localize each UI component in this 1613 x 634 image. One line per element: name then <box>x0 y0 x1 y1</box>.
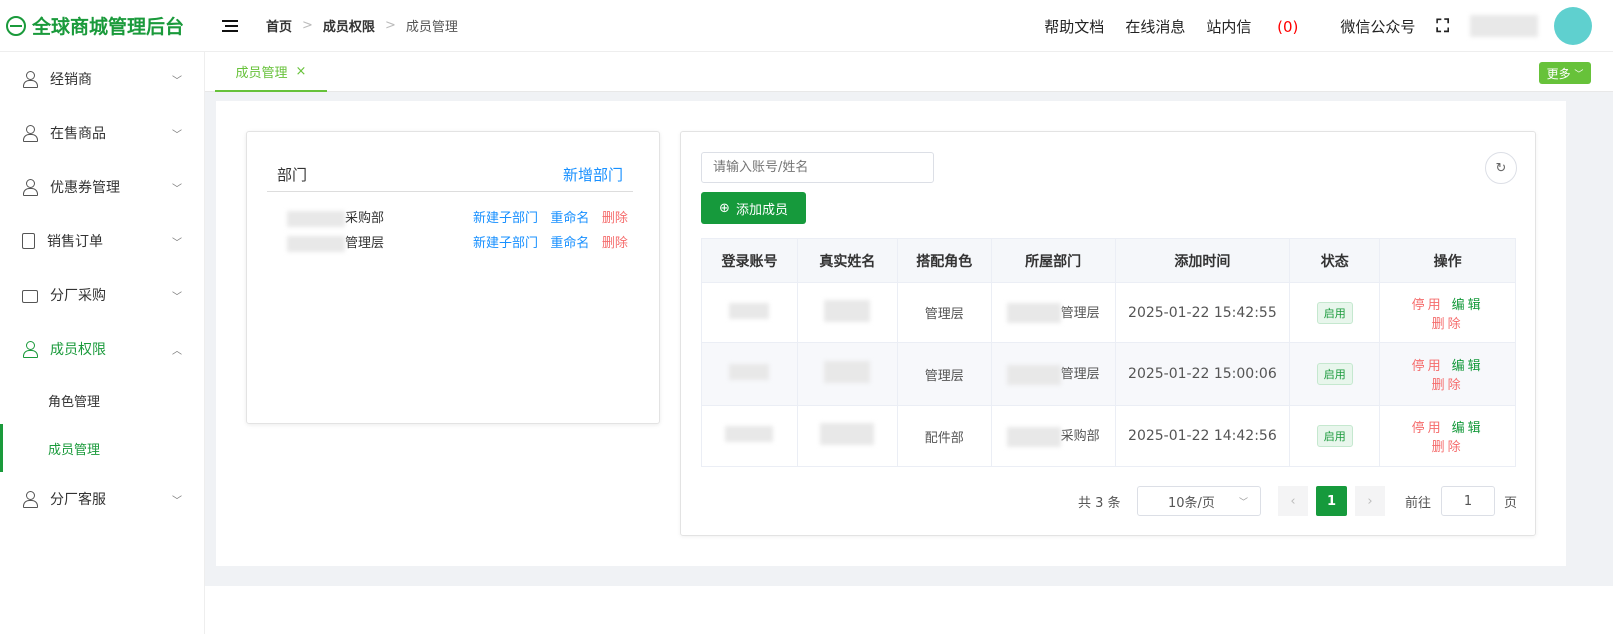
sidebar-item-products[interactable]: 在售商品 ﹀ <box>0 106 204 160</box>
chevron-right-icon: > <box>384 18 396 33</box>
members-table: 登录账号 真实姓名 搭配角色 所屋部门 添加时间 状态 操作 管理层 管理层 2… <box>701 238 1516 467</box>
department-panel: 部门 新增部门 采购部 新建子部门 重命名 删除 管理层 新建子部门 重命名 删… <box>246 131 660 424</box>
add-child-button[interactable]: 新建子部门 <box>473 211 538 226</box>
clipboard-icon <box>22 233 35 249</box>
chevron-down-icon: ﹀ <box>1238 497 1248 508</box>
chevron-down-icon: ﹀ <box>172 237 182 249</box>
refresh-icon[interactable]: ↻ <box>1485 152 1517 184</box>
chevron-down-icon: ﹀ <box>172 183 182 195</box>
more-button[interactable]: 更多 ﹀ <box>1539 62 1591 84</box>
col-time: 添加时间 <box>1114 238 1291 283</box>
page-size-select[interactable]: 10条/页 ﹀ <box>1137 486 1261 516</box>
user-icon <box>22 125 38 142</box>
chevron-down-icon: ﹀ <box>172 129 182 141</box>
store-icon <box>22 289 38 303</box>
help-docs-link[interactable]: 帮助文档 <box>1044 16 1104 37</box>
close-icon[interactable]: × <box>296 64 307 79</box>
sidebar-item-members[interactable]: 成员权限 ︿ <box>0 322 204 376</box>
sidebar-item-dealer[interactable]: 经销商 ﹀ <box>0 52 204 106</box>
col-role: 搭配角色 <box>896 238 992 283</box>
status-badge: 启用 <box>1316 301 1353 324</box>
breadcrumb-members[interactable]: 成员权限 <box>323 16 375 35</box>
col-account: 登录账号 <box>701 238 798 283</box>
status-badge: 启用 <box>1316 363 1353 385</box>
disable-button[interactable]: 停用 <box>1412 421 1444 436</box>
sidebar-item-orders[interactable]: 销售订单 ﹀ <box>0 214 204 268</box>
chevron-down-icon: ﹀ <box>172 75 182 87</box>
users-icon <box>22 341 38 358</box>
table-row: 管理层 管理层 2025-01-22 15:00:06 启用 停用 编辑 删除 <box>701 342 1516 406</box>
username-blurred <box>1470 15 1538 37</box>
online-messages-link[interactable]: 在线消息 <box>1125 16 1185 37</box>
sidebar-item-coupons[interactable]: 优惠券管理 ﹀ <box>0 160 204 214</box>
status-badge: 启用 <box>1316 425 1353 447</box>
sidebar-item-service[interactable]: 分厂客服 ﹀ <box>0 472 204 526</box>
page-1-button[interactable]: 1 <box>1316 486 1347 516</box>
app-logo: 全球商城管理后台 <box>0 0 205 52</box>
goto-label: 前往 <box>1405 495 1432 511</box>
tab-bar: 成员管理 × 更多 ﹀ <box>205 52 1613 92</box>
rename-button[interactable]: 重命名 <box>550 236 589 251</box>
delete-button[interactable]: 删除 <box>602 236 628 251</box>
sidebar-sub-members[interactable]: 成员管理 <box>0 424 204 472</box>
edit-button[interactable]: 编辑 <box>1452 359 1484 374</box>
prev-page-button[interactable]: ‹ <box>1278 486 1308 516</box>
search-input[interactable] <box>701 152 934 183</box>
chevron-up-icon: ︿ <box>172 345 182 357</box>
wechat-link[interactable]: 微信公众号 <box>1340 16 1415 37</box>
dept-title: 部门 <box>277 166 308 184</box>
user-icon <box>22 179 38 196</box>
pagination-total: 共 3 条 <box>1078 495 1121 511</box>
delete-button[interactable]: 删除 <box>1432 378 1464 393</box>
plus-circle-icon: ⊕ <box>719 200 730 216</box>
col-ops: 操作 <box>1379 238 1516 283</box>
chevron-down-icon: ﹀ <box>172 291 182 303</box>
breadcrumb-home[interactable]: 首页 <box>266 16 292 35</box>
edit-button[interactable]: 编辑 <box>1452 298 1484 313</box>
avatar[interactable] <box>1554 7 1592 45</box>
menu-toggle-icon[interactable] <box>222 19 238 32</box>
col-dept: 所屋部门 <box>990 238 1116 283</box>
breadcrumb-current: 成员管理 <box>405 20 458 35</box>
page-suffix: 页 <box>1504 495 1518 511</box>
table-row: 管理层 管理层 2025-01-22 15:42:55 启用 停用 编辑 删除 <box>701 282 1516 343</box>
chevron-down-icon: ﹀ <box>1574 69 1584 80</box>
header: 首页 > 成员权限 > 成员管理 帮助文档 在线消息 站内信 (0) 微信公众号 ⛶ <box>205 0 1613 52</box>
add-member-button[interactable]: ⊕ 添加成员 <box>701 192 806 224</box>
dept-row[interactable]: 管理层 新建子部门 重命名 删除 <box>287 232 632 252</box>
disable-button[interactable]: 停用 <box>1412 359 1444 374</box>
globe-icon <box>6 15 26 36</box>
user-icon <box>22 71 38 88</box>
chevron-right-icon: > <box>302 18 313 33</box>
tab-members[interactable]: 成员管理 × <box>215 52 327 92</box>
rename-button[interactable]: 重命名 <box>550 211 589 226</box>
sidebar: 经销商 ﹀ 在售商品 ﹀ 优惠券管理 ﹀ 销售订单 ﹀ 分厂采购 ﹀ 成员权限 ︿ 角色管理… <box>0 52 205 634</box>
delete-button[interactable]: 删除 <box>1432 317 1464 332</box>
goto-page-input[interactable]: 1 <box>1441 486 1495 516</box>
chevron-down-icon: ﹀ <box>172 495 182 507</box>
add-child-button[interactable]: 新建子部门 <box>473 236 538 251</box>
add-department-button[interactable]: 新增部门 <box>563 164 623 185</box>
breadcrumb: 首页 > 成员权限 > 成员管理 <box>266 16 458 35</box>
users-icon <box>22 491 38 508</box>
dept-row[interactable]: 采购部 新建子部门 重命名 删除 <box>287 207 632 227</box>
edit-button[interactable]: 编辑 <box>1452 421 1484 436</box>
inbox-link[interactable]: 站内信 (0) <box>1206 16 1319 37</box>
table-row: 配件部 采购部 2025-01-22 14:42:56 启用 停用 编辑 删除 <box>701 405 1516 467</box>
fullscreen-icon[interactable]: ⛶ <box>1436 16 1449 37</box>
col-name: 真实姓名 <box>796 238 898 283</box>
col-status: 状态 <box>1289 238 1381 283</box>
delete-button[interactable]: 删除 <box>1432 440 1464 455</box>
disable-button[interactable]: 停用 <box>1412 298 1444 313</box>
divider <box>267 191 633 192</box>
sidebar-item-purchase[interactable]: 分厂采购 ﹀ <box>0 268 204 322</box>
delete-button[interactable]: 删除 <box>602 211 628 226</box>
next-page-button[interactable]: › <box>1355 486 1385 516</box>
sidebar-sub-roles[interactable]: 角色管理 <box>0 376 204 424</box>
